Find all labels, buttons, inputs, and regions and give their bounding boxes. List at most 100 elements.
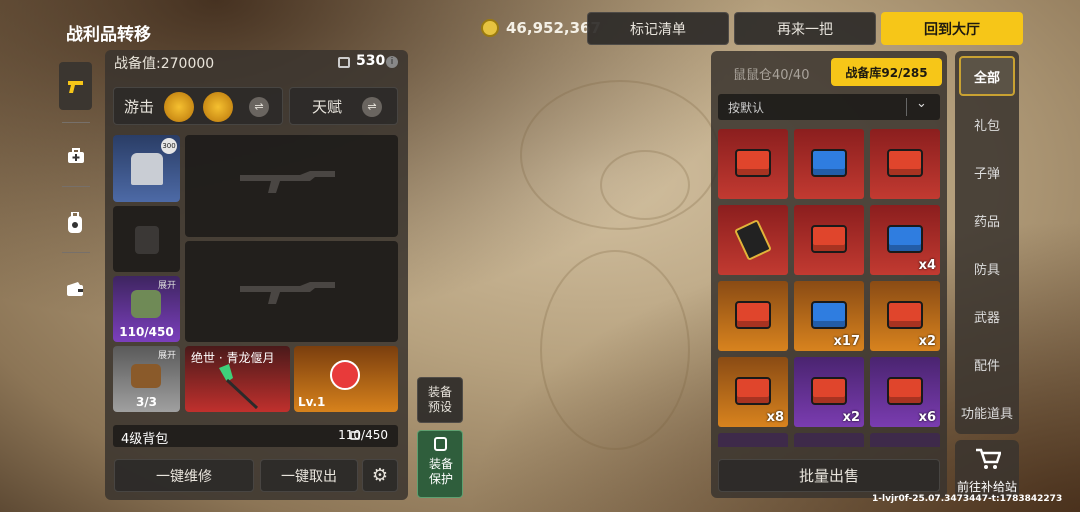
primary-weapon-slot[interactable] xyxy=(185,135,398,237)
mode-selector[interactable]: 游击 ⇌ xyxy=(113,87,283,125)
category-item[interactable]: 药品 xyxy=(955,211,1019,230)
map-sketch xyxy=(540,250,690,450)
category-item[interactable]: 防具 xyxy=(955,259,1019,278)
talent-selector[interactable]: 天赋 ⇌ xyxy=(289,87,398,125)
armor-durability-badge: 300 xyxy=(161,138,177,154)
nav-wallet[interactable] xyxy=(66,281,86,299)
keycard-icon xyxy=(734,219,772,261)
rifle-icon xyxy=(240,171,335,193)
grid-item-partial xyxy=(794,433,864,447)
rifle-icon xyxy=(240,282,335,304)
pouch-item-icon xyxy=(131,364,161,388)
equipment-protect-button[interactable]: 装备保护 xyxy=(417,430,463,498)
red-crate-icon xyxy=(811,225,847,253)
chest-rig-slot[interactable]: 展开 110/450 xyxy=(113,276,180,342)
rig-capacity: 110/450 xyxy=(119,325,174,339)
storage-item[interactable] xyxy=(718,281,788,351)
pet-icon xyxy=(330,360,360,390)
armor-icon xyxy=(131,153,163,185)
pouch-slot[interactable]: 展开 3/3 xyxy=(113,346,180,412)
mode-label: 游击 xyxy=(124,97,155,116)
red-crate-icon xyxy=(735,377,771,405)
category-item[interactable]: 武器 xyxy=(955,307,1019,326)
secondary-weapon-slot[interactable] xyxy=(185,241,398,342)
category-item[interactable]: 功能道具 xyxy=(955,403,1019,422)
pet-level: Lv.1 xyxy=(298,395,326,409)
blue-crate-icon xyxy=(887,225,923,253)
storage-item[interactable] xyxy=(794,129,864,199)
supply-panel[interactable]: 前往补给站 xyxy=(955,440,1019,498)
talent-label: 天赋 xyxy=(312,97,343,116)
settings-gear-icon[interactable]: ⚙ xyxy=(362,459,398,492)
storage-item[interactable]: x17 xyxy=(794,281,864,351)
bulk-sell-button[interactable]: 批量出售 xyxy=(718,459,940,492)
item-count: x8 xyxy=(766,410,784,425)
red-crate-icon xyxy=(735,301,771,329)
item-count: x2 xyxy=(842,410,860,425)
storage-item[interactable]: x4 xyxy=(870,205,940,275)
page-title: 战利品转移 xyxy=(66,25,151,45)
back-to-lobby-button[interactable]: 回到大厅 xyxy=(881,12,1023,45)
chevron-down-icon: ⌄ xyxy=(916,96,927,111)
category-item[interactable]: 子弹 xyxy=(955,163,1019,182)
protect-label: 装备保护 xyxy=(428,457,453,486)
divider xyxy=(906,98,907,116)
expand-label[interactable]: 展开 xyxy=(158,348,176,361)
coin-icon xyxy=(481,19,499,37)
play-again-button[interactable]: 再来一把 xyxy=(734,12,876,45)
grid-item-partial xyxy=(870,433,940,447)
bag-capacity: 110/450 xyxy=(338,428,388,442)
take-all-button[interactable]: 一键取出 xyxy=(260,459,358,492)
skill-icon xyxy=(164,92,194,122)
weight-value: 530 xyxy=(356,53,386,69)
pistol-icon xyxy=(67,81,83,93)
sort-dropdown[interactable]: 按默认 ⌄ xyxy=(718,94,940,120)
red-crate-icon xyxy=(735,149,771,177)
tab-depot[interactable]: 战备库92/285 xyxy=(831,58,942,86)
nav-weapon[interactable] xyxy=(59,62,92,110)
category-item[interactable]: 配件 xyxy=(955,355,1019,374)
version-text: 1-lvjr0f-25.07.3473447-t:1783842273 xyxy=(872,494,1063,504)
nav-medkit[interactable] xyxy=(66,146,86,166)
storage-item[interactable]: x8 xyxy=(718,357,788,427)
storage-item[interactable] xyxy=(718,205,788,275)
repair-all-button[interactable]: 一键维修 xyxy=(114,459,254,492)
mark-list-button[interactable]: 标记清单 xyxy=(587,12,729,45)
lock-icon xyxy=(434,437,447,451)
wallet-icon xyxy=(67,282,83,296)
storage-item[interactable]: x2 xyxy=(870,281,940,351)
swap-icon[interactable]: ⇌ xyxy=(249,97,269,117)
melee-slot[interactable]: 绝世 · 青龙偃月 xyxy=(185,346,290,412)
red-crate-icon xyxy=(811,377,847,405)
info-icon[interactable]: i xyxy=(386,56,398,68)
storage-item[interactable] xyxy=(870,129,940,199)
storage-item[interactable] xyxy=(794,205,864,275)
red-crate-icon xyxy=(887,377,923,405)
power-value: 战备值:270000 xyxy=(114,56,215,72)
equipment-preset-button[interactable]: 装备预设 xyxy=(417,377,463,423)
vest-slot[interactable] xyxy=(113,206,180,272)
category-item[interactable]: 全部 xyxy=(955,67,1019,86)
supply-station-label: 前往补给站 xyxy=(956,480,1017,494)
divider xyxy=(62,252,90,253)
swap-icon[interactable]: ⇌ xyxy=(362,97,382,117)
expand-label[interactable]: 展开 xyxy=(158,278,176,291)
nav-pack[interactable] xyxy=(66,211,86,234)
storage-item[interactable] xyxy=(718,129,788,199)
tab-mouse-storage[interactable]: 鼠鼠仓40/40 xyxy=(733,64,809,83)
item-count: x2 xyxy=(918,334,936,349)
medkit-icon xyxy=(68,148,84,163)
pouch-capacity: 3/3 xyxy=(135,395,158,409)
vest-placeholder-icon xyxy=(135,226,159,254)
pet-slot[interactable]: Lv.1 xyxy=(294,346,398,412)
category-item[interactable]: 礼包 xyxy=(955,115,1019,134)
grid-item-partial xyxy=(718,433,788,447)
skill-icon xyxy=(203,92,233,122)
bag-level: 4级背包 xyxy=(121,432,169,447)
cart-icon xyxy=(976,448,1001,469)
red-crate-icon xyxy=(887,149,923,177)
backpack-item-icon xyxy=(131,290,161,318)
storage-item[interactable]: x6 xyxy=(870,357,940,427)
storage-item[interactable]: x2 xyxy=(794,357,864,427)
armor-slot[interactable]: 300 xyxy=(113,135,180,202)
